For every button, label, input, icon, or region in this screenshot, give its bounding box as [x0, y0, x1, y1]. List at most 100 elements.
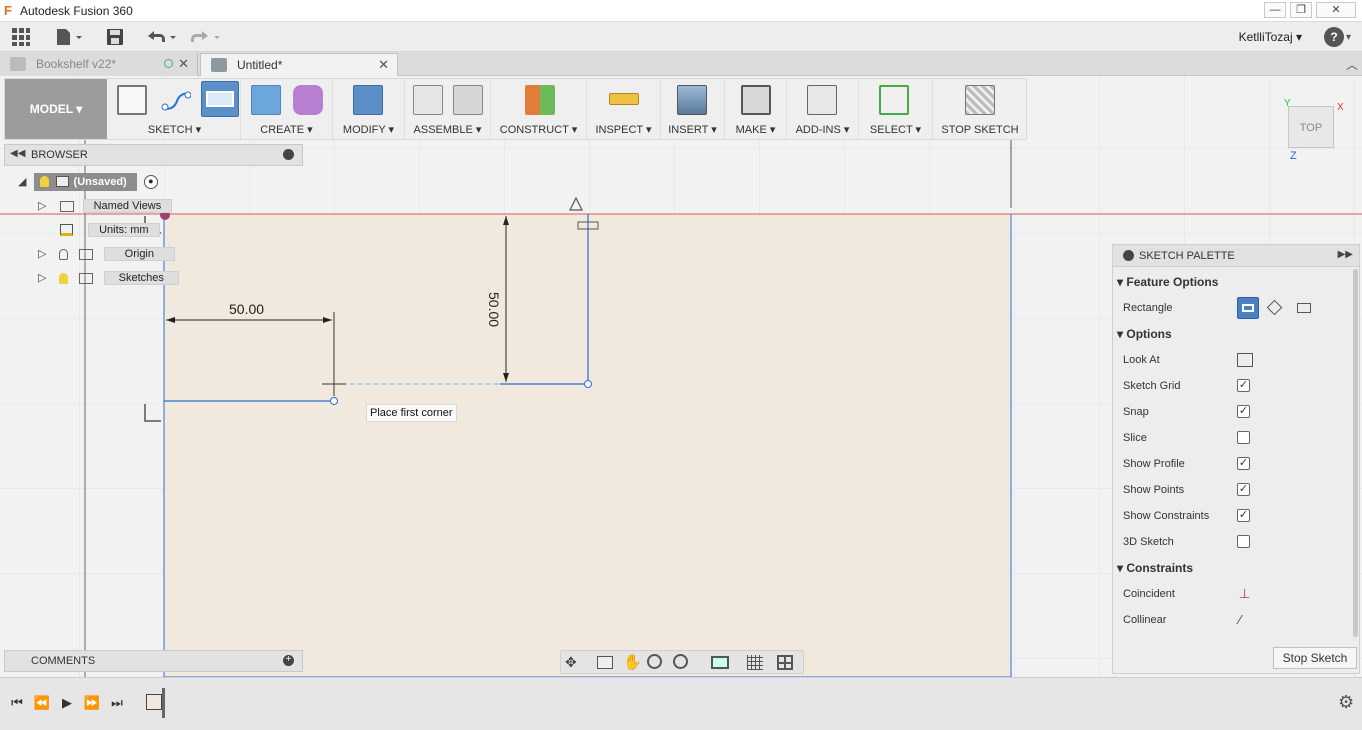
palette-header[interactable]: SKETCH PALETTE ▶▶ [1113, 245, 1359, 267]
viewport-canvas[interactable]: 50.00 50.00 Place first corner TOP Y X Z… [0, 76, 1362, 677]
toolbar-group-create[interactable]: CREATE ▾ [241, 79, 333, 139]
toolbar-group-assemble[interactable]: ASSEMBLE ▾ [405, 79, 491, 139]
press-pull-icon[interactable] [353, 85, 383, 115]
grid-settings-icon[interactable] [747, 655, 763, 670]
workspace-switcher[interactable]: MODEL ▾ [5, 79, 107, 139]
three-point-rectangle-icon[interactable] [1266, 299, 1283, 316]
data-panel-grid-icon[interactable] [10, 27, 32, 47]
toolbar-group-inspect[interactable]: INSPECT ▾ [587, 79, 661, 139]
maximize-button[interactable]: ❐ [1290, 2, 1312, 18]
browser-root-node[interactable]: ◢ (Unsaved) ● [18, 173, 158, 191]
file-menu-icon[interactable] [54, 27, 84, 47]
toolbar-group-stop-sketch[interactable]: STOP SKETCH [933, 79, 1027, 139]
minimize-button[interactable]: — [1264, 2, 1286, 18]
browser-node-named-views[interactable]: ▷ Named Views [38, 197, 173, 215]
print-icon[interactable] [741, 85, 771, 115]
vertical-dimension-value[interactable]: 50.00 [486, 292, 502, 327]
pan-hand-icon[interactable]: ✋ [623, 653, 642, 671]
browser-node-units[interactable]: Units: mm [60, 221, 160, 239]
collapse-browser-icon[interactable]: ◀◀ [10, 148, 25, 159]
comments-panel-header[interactable]: COMMENTS + [4, 650, 303, 672]
create-sketch-icon[interactable] [117, 85, 147, 115]
slice-checkbox[interactable] [1237, 431, 1250, 444]
rectangle-icon[interactable] [201, 81, 239, 117]
go-to-end-icon[interactable]: ⏭ [108, 694, 126, 712]
arc-icon[interactable] [161, 85, 192, 115]
show-points-checkbox[interactable]: ✓ [1237, 483, 1250, 496]
stop-sketch-button[interactable]: Stop Sketch [1273, 647, 1357, 669]
activate-radio-icon[interactable]: ● [143, 175, 158, 190]
browser-node-origin[interactable]: ▷ Origin [38, 245, 175, 263]
browser-node-sketches[interactable]: ▷ Sketches [38, 269, 179, 287]
visibility-bulb-icon[interactable] [39, 176, 49, 187]
show-constraints-checkbox[interactable]: ✓ [1237, 509, 1250, 522]
go-to-start-icon[interactable]: ⏮ [8, 694, 26, 712]
section-constraints[interactable]: ▾ Constraints [1117, 555, 1347, 581]
view-cube[interactable]: TOP [1288, 106, 1334, 148]
add-comment-icon[interactable]: + [283, 655, 294, 666]
save-icon[interactable] [104, 27, 126, 47]
browser-options-icon[interactable] [283, 149, 294, 160]
tab-bookshelf[interactable]: Bookshelf v22* ✕ [0, 53, 198, 76]
toolbar-group-select[interactable]: SELECT ▾ [859, 79, 933, 139]
center-rectangle-icon[interactable] [1297, 303, 1311, 313]
extrude-box-icon[interactable] [251, 85, 281, 115]
show-profile-checkbox[interactable]: ✓ [1237, 457, 1250, 470]
collinear-icon[interactable]: ⁄ [1239, 607, 1241, 633]
select-icon[interactable] [879, 85, 909, 115]
stop-sketch-icon[interactable] [965, 85, 995, 115]
plane-icon[interactable] [525, 85, 555, 115]
step-back-icon[interactable]: ⏪ [33, 694, 51, 712]
timeline-marker[interactable] [162, 688, 165, 718]
visibility-bulb-icon[interactable] [58, 272, 68, 284]
joint-icon[interactable] [453, 85, 483, 115]
browser-panel-header[interactable]: ◀◀ BROWSER [4, 144, 303, 166]
redo-icon[interactable] [188, 27, 222, 47]
display-settings-icon[interactable] [711, 656, 729, 669]
timeline-sketch-item[interactable] [146, 694, 162, 710]
viewcube-face-label[interactable]: TOP [1300, 122, 1322, 134]
close-tab-icon[interactable]: ✕ [178, 53, 189, 75]
expand-triangle-icon[interactable]: ◢ [18, 176, 26, 188]
section-feature-options[interactable]: ▾ Feature Options [1117, 269, 1347, 295]
expand-palette-icon[interactable]: ▶▶ [1338, 249, 1353, 260]
toolbar-group-construct[interactable]: CONSTRUCT ▾ [491, 79, 587, 139]
expand-arrow-icon[interactable]: ▷ [38, 272, 46, 284]
zoom-window-icon[interactable] [673, 654, 688, 669]
snap-checkbox[interactable]: ✓ [1237, 405, 1250, 418]
new-component-icon[interactable] [413, 85, 443, 115]
palette-options-icon[interactable] [1123, 250, 1134, 261]
collapse-ribbon-icon[interactable]: ︿ [1346, 56, 1358, 73]
zoom-icon[interactable] [647, 654, 662, 669]
measure-icon[interactable] [609, 93, 639, 105]
toolbar-group-add-ins[interactable]: ADD-INS ▾ [787, 79, 859, 139]
toolbar-group-modify[interactable]: MODIFY ▾ [333, 79, 405, 139]
orbit-icon[interactable]: ✥ [565, 654, 577, 671]
undo-icon[interactable] [144, 27, 178, 47]
expand-arrow-icon[interactable]: ▷ [38, 200, 46, 212]
section-options[interactable]: ▾ Options [1117, 321, 1347, 347]
toolbar-group-sketch[interactable]: SKETCH ▾ [109, 79, 241, 139]
step-forward-icon[interactable]: ⏩ [83, 694, 101, 712]
insert-image-icon[interactable] [677, 85, 707, 115]
sketch-point[interactable] [584, 380, 592, 388]
toolbar-group-insert[interactable]: INSERT ▾ [661, 79, 725, 139]
horizontal-dimension-value[interactable]: 50.00 [229, 301, 264, 317]
look-at-icon[interactable] [1237, 353, 1253, 367]
visibility-bulb-icon[interactable] [58, 248, 68, 260]
close-tab-icon[interactable]: ✕ [378, 54, 389, 76]
tab-untitled[interactable]: Untitled* ✕ [200, 53, 398, 76]
sketch-grid-checkbox[interactable]: ✓ [1237, 379, 1250, 392]
viewports-icon[interactable] [777, 655, 793, 670]
help-caret-icon[interactable]: ▾ [1346, 32, 1351, 43]
close-window-button[interactable]: ✕ [1316, 2, 1356, 18]
two-point-rectangle-icon[interactable] [1237, 297, 1259, 319]
user-account-menu[interactable]: KetlliTozaj ▾ [1239, 30, 1302, 44]
sketch-point[interactable] [330, 397, 338, 405]
coincident-icon[interactable]: ⊥ [1239, 581, 1250, 607]
timeline-settings-gear-icon[interactable]: ⚙ [1338, 692, 1354, 713]
expand-arrow-icon[interactable]: ▷ [38, 248, 46, 260]
play-icon[interactable]: ▶ [58, 694, 76, 712]
constraint-collinear[interactable]: Collinear ⁄ [1123, 607, 1353, 633]
constraint-coincident[interactable]: Coincident ⊥ [1123, 581, 1353, 607]
